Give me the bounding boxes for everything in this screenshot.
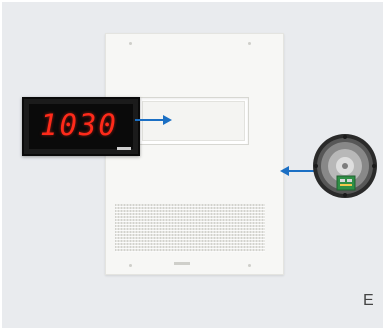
- speaker-grille: [115, 204, 265, 252]
- clock-brand-mark: [117, 147, 131, 150]
- panel-brand-mark: [174, 262, 190, 265]
- screw-icon: [129, 264, 132, 267]
- figure-label: E: [363, 292, 374, 309]
- digital-clock: 1030: [22, 97, 140, 156]
- screw-icon: [248, 42, 251, 45]
- arrow-icon: [280, 166, 314, 176]
- screw-icon: [248, 264, 251, 267]
- screw-icon: [129, 42, 132, 45]
- arrow-icon: [135, 115, 172, 125]
- clock-time: 1030: [40, 108, 118, 142]
- speaker-icon: [313, 134, 377, 198]
